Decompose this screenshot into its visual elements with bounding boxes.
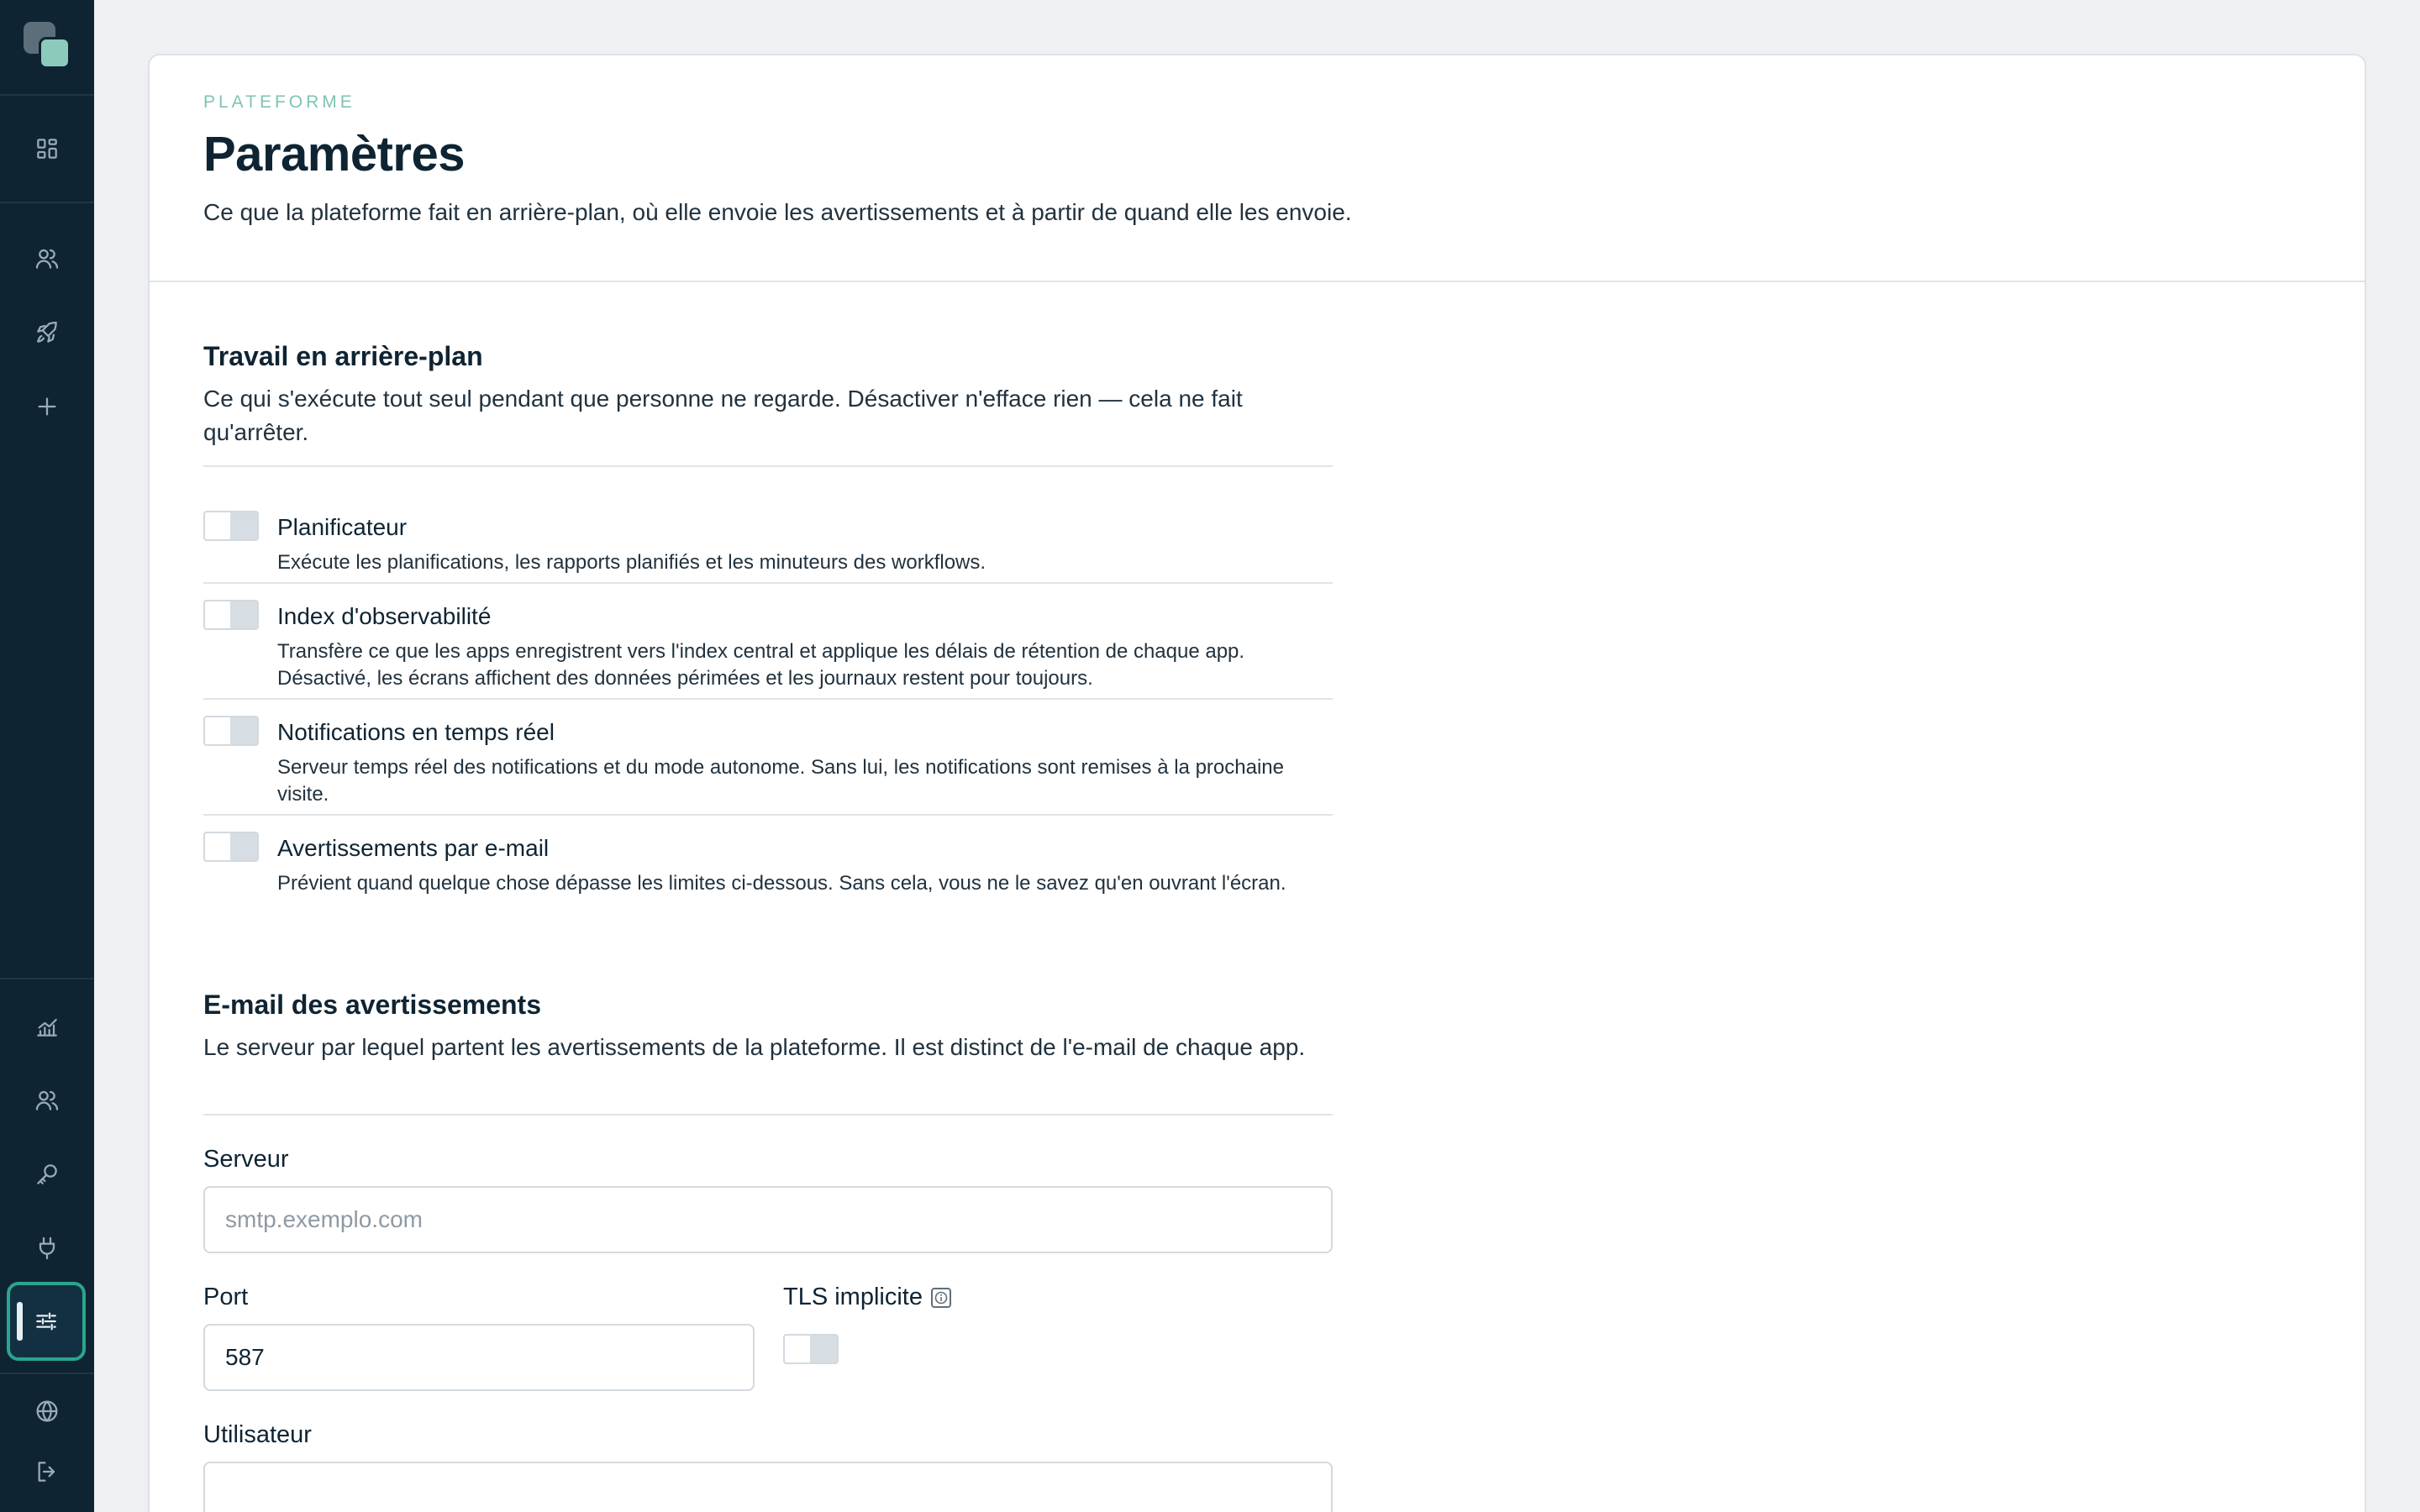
setting-row-observability: Index d'observabilité Transfère ce que l…: [203, 600, 1333, 701]
observability-toggle[interactable]: [203, 600, 259, 630]
plus-icon[interactable]: [18, 381, 76, 432]
section-divider: [203, 465, 1333, 467]
tls-label-text: TLS implicite: [783, 1284, 923, 1310]
sidebar-divider: [0, 94, 94, 96]
email-section-header: E-mail des avertissements Le serveur par…: [203, 990, 1333, 1064]
page-header: PLATEFORME Paramètres Ce que la platefor…: [150, 55, 2365, 282]
scheduler-toggle[interactable]: [203, 511, 259, 541]
server-label: Serveur: [203, 1146, 289, 1173]
setting-label: Index d'observabilité: [277, 603, 492, 629]
sliders-icon[interactable]: [7, 1282, 86, 1361]
row-divider: [203, 698, 1333, 700]
sidebar-divider: [0, 202, 94, 203]
logout-icon[interactable]: [18, 1446, 76, 1497]
server-input[interactable]: [203, 1186, 1333, 1253]
setting-label: Planificateur: [277, 514, 408, 540]
background-section-header: Travail en arrière-plan Ce qui s'exécute…: [203, 341, 1333, 449]
section-title: Travail en arrière-plan: [203, 341, 483, 371]
section-description: Le serveur par lequel partent les averti…: [203, 1034, 1306, 1060]
users-icon[interactable]: [18, 234, 76, 284]
row-divider: [203, 582, 1333, 584]
tls-label: TLS implicite: [783, 1284, 951, 1311]
app-root: PLATEFORME Paramètres Ce que la platefor…: [0, 0, 2420, 1512]
row-divider: [203, 814, 1333, 816]
setting-row-email-alerts: Avertissements par e-mail Prévient quand…: [203, 832, 1333, 932]
sidebar: [0, 0, 94, 1512]
setting-description: Prévient quand quelque chose dépasse les…: [277, 872, 1286, 895]
email-alerts-toggle[interactable]: [203, 832, 259, 862]
setting-row-scheduler: Planificateur Exécute les planifications…: [203, 511, 1333, 586]
globe-icon[interactable]: [18, 1386, 76, 1436]
rocket-icon[interactable]: [18, 307, 76, 358]
setting-description: Transfère ce que les apps enregistrent v…: [277, 640, 1245, 690]
settings-card: PLATEFORME Paramètres Ce que la platefor…: [148, 54, 2366, 1512]
port-label: Port: [203, 1284, 249, 1310]
page-title: Paramètres: [203, 127, 466, 181]
page-eyebrow: PLATEFORME: [203, 92, 355, 112]
key-icon[interactable]: [18, 1149, 76, 1200]
section-title: E-mail des avertissements: [203, 990, 541, 1020]
dashboard-icon[interactable]: [18, 123, 76, 174]
setting-label: Notifications en temps réel: [277, 719, 555, 745]
setting-row-realtime: Notifications en temps réel Serveur temp…: [203, 716, 1333, 816]
users-icon[interactable]: [18, 1075, 76, 1126]
section-divider: [203, 1114, 1333, 1116]
section-description: Ce qui s'exécute tout seul pendant que p…: [203, 386, 1243, 445]
setting-description: Exécute les planifications, les rapports…: [277, 551, 986, 574]
chart-icon[interactable]: [18, 1001, 76, 1052]
info-icon[interactable]: [931, 1288, 951, 1309]
sidebar-divider: [0, 1373, 94, 1374]
port-input[interactable]: [203, 1324, 755, 1391]
app-logo[interactable]: [24, 22, 71, 69]
page-subtitle: Ce que la plateforme fait en arrière-pla…: [203, 199, 1352, 225]
setting-description: Serveur temps réel des notifications et …: [277, 756, 1284, 806]
tls-toggle[interactable]: [783, 1334, 839, 1364]
user-label: Utilisateur: [203, 1421, 312, 1448]
setting-label: Avertissements par e-mail: [277, 835, 550, 861]
user-input[interactable]: [203, 1462, 1333, 1512]
realtime-toggle[interactable]: [203, 716, 259, 746]
plug-icon[interactable]: [18, 1223, 76, 1273]
sidebar-divider: [0, 978, 94, 979]
background-work-section: Travail en arrière-plan Ce qui s'exécute…: [150, 282, 1333, 1512]
